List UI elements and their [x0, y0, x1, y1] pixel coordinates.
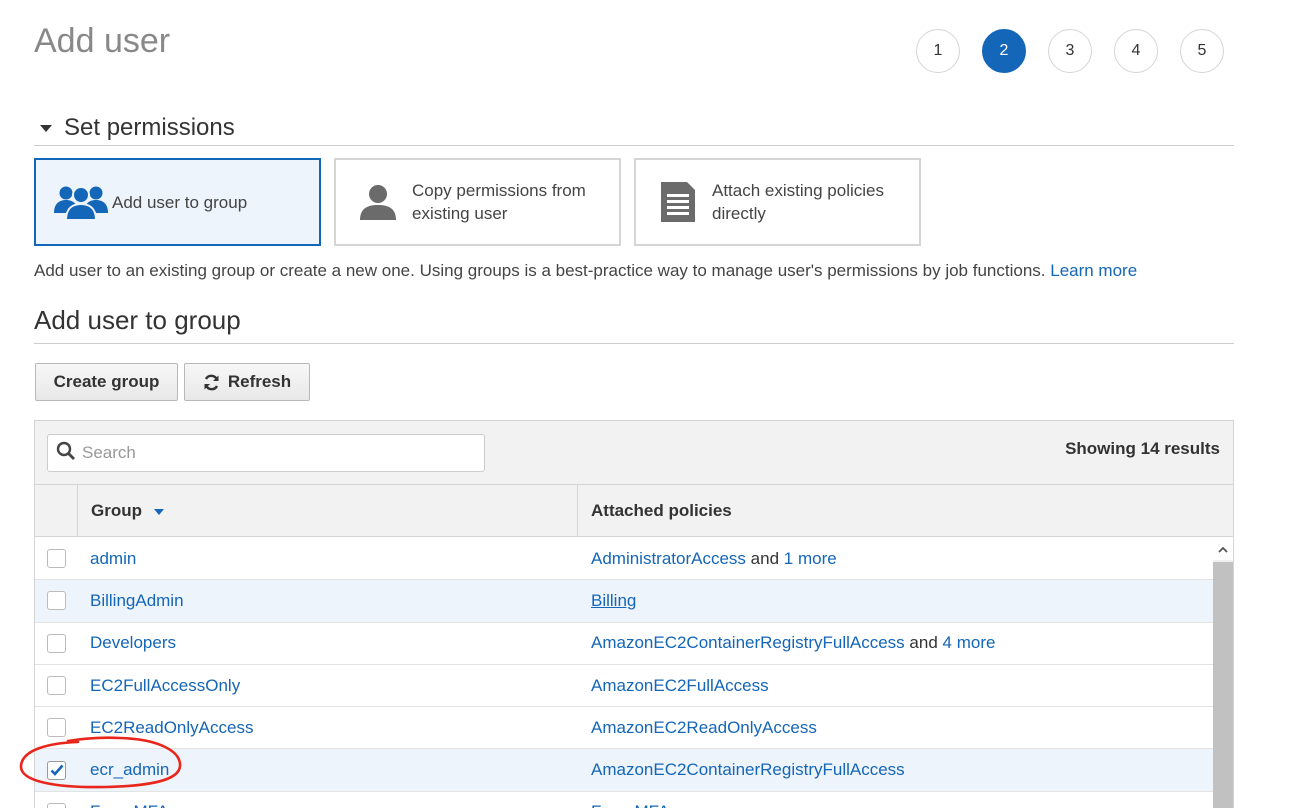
wizard-steps: 1 2 3 4 5 — [916, 29, 1224, 73]
step-2[interactable]: 2 — [982, 29, 1026, 73]
step-5[interactable]: 5 — [1180, 29, 1224, 73]
table-row[interactable]: BillingAdmin Billing — [35, 580, 1213, 623]
row-checkbox[interactable] — [47, 591, 66, 611]
policy-link[interactable]: AmazonEC2FullAccess — [591, 676, 769, 695]
column-header-group[interactable]: Group — [78, 485, 578, 536]
policy-link[interactable]: AmazonEC2ReadOnlyAccess — [591, 718, 817, 737]
set-permissions-header[interactable]: Set permissions — [34, 110, 1234, 146]
row-checkbox-cell — [35, 591, 78, 611]
group-name-link[interactable]: ForceMFA — [78, 802, 578, 808]
step-4[interactable]: 4 — [1114, 29, 1158, 73]
group-name-link[interactable]: EC2ReadOnlyAccess — [78, 718, 578, 738]
row-checkbox-cell — [35, 718, 78, 738]
table-header: Group Attached policies — [35, 485, 1233, 537]
row-checkbox[interactable] — [47, 760, 66, 780]
document-icon — [648, 180, 708, 224]
group-name-link[interactable]: admin — [78, 549, 578, 569]
option-attach-policies[interactable]: Attach existing policies directly — [634, 158, 921, 246]
refresh-button[interactable]: Refresh — [184, 363, 310, 401]
row-checkbox-cell — [35, 676, 78, 696]
create-group-button[interactable]: Create group — [35, 363, 178, 401]
row-checkbox-cell — [35, 549, 78, 569]
row-checkbox[interactable] — [47, 718, 66, 738]
attached-policies-cell: AmazonEC2ContainerRegistryFullAccess and… — [578, 633, 1213, 653]
policy-link[interactable]: AmazonEC2ContainerRegistryFullAccess — [591, 760, 905, 779]
row-checkbox-cell — [35, 633, 78, 653]
scroll-thumb[interactable] — [1213, 562, 1233, 808]
user-icon — [348, 182, 408, 222]
policy-link[interactable]: ForceMFA — [591, 802, 669, 808]
users-group-icon — [50, 183, 112, 221]
attached-policies-cell: AdministratorAccess and 1 more — [578, 549, 1213, 569]
results-count: Showing 14 results — [1065, 439, 1220, 458]
attached-policies-cell: ForceMFA — [578, 802, 1213, 808]
step-1[interactable]: 1 — [916, 29, 960, 73]
policy-link[interactable]: Billing — [591, 591, 636, 610]
attached-policies-cell: AmazonEC2ContainerRegistryFullAccess — [578, 760, 1213, 780]
search-input[interactable] — [82, 443, 462, 463]
caret-down-icon — [40, 125, 52, 132]
permissions-description: Add user to an existing group or create … — [34, 261, 1137, 281]
option-label: Attach existing policies directly — [712, 179, 884, 225]
option-label-line1: Attach existing policies — [712, 181, 884, 200]
table-row[interactable]: EC2ReadOnlyAccess AmazonEC2ReadOnlyAccess — [35, 707, 1213, 750]
attached-policies-cell: Billing — [578, 591, 1213, 611]
sort-desc-icon — [154, 508, 164, 515]
more-policies-link[interactable]: 4 more — [943, 633, 996, 652]
row-checkbox[interactable] — [47, 676, 66, 696]
option-add-user-to-group[interactable]: Add user to group — [34, 158, 321, 246]
table-row[interactable]: Developers AmazonEC2ContainerRegistryFull… — [35, 623, 1213, 665]
checkmark-icon — [50, 764, 63, 777]
row-checkbox[interactable] — [47, 633, 66, 653]
option-label: Copy permissions from existing user — [412, 179, 586, 225]
group-column-label: Group — [91, 500, 142, 520]
groups-table: Showing 14 results Group Attached polici… — [34, 420, 1234, 808]
row-checkbox[interactable] — [47, 802, 66, 808]
group-name-link[interactable]: EC2FullAccessOnly — [78, 676, 578, 696]
policy-and-text: and — [909, 633, 938, 653]
learn-more-link[interactable]: Learn more — [1050, 261, 1137, 280]
option-label-line1: Add user to group — [112, 192, 248, 212]
search-icon — [56, 441, 76, 466]
more-policies-link[interactable]: 1 more — [784, 549, 837, 568]
group-name-link[interactable]: BillingAdmin — [78, 591, 578, 611]
row-checkbox-cell — [35, 760, 78, 780]
group-name-link[interactable]: ecr_admin — [78, 760, 578, 780]
set-permissions-title: Set permissions — [64, 113, 235, 141]
page-title: Add user — [34, 22, 171, 60]
option-label-line2: existing user — [412, 204, 508, 223]
row-checkbox-cell — [35, 802, 78, 808]
header-checkbox-cell — [35, 485, 78, 536]
policy-link[interactable]: AmazonEC2ContainerRegistryFullAccess — [591, 633, 905, 652]
table-body: admin AdministratorAccess and 1 more Billi… — [35, 538, 1213, 808]
scrollbar[interactable] — [1213, 538, 1233, 808]
refresh-label: Refresh — [227, 372, 292, 391]
table-row[interactable]: admin AdministratorAccess and 1 more — [35, 538, 1213, 581]
table-row[interactable]: EC2FullAccessOnly AmazonEC2FullAccess — [35, 665, 1213, 708]
option-label-line2: directly — [712, 204, 766, 223]
table-row[interactable]: ecr_admin AmazonEC2ContainerRegistryFullA… — [35, 749, 1213, 792]
attached-policies-cell: AmazonEC2ReadOnlyAccess — [578, 718, 1213, 738]
policy-link[interactable]: AdministratorAccess — [591, 549, 746, 568]
search-box[interactable] — [47, 434, 485, 472]
option-label: Add user to group — [112, 191, 247, 214]
refresh-icon — [203, 374, 220, 391]
description-text: Add user to an existing group or create … — [34, 261, 1046, 280]
table-toolbar: Showing 14 results — [35, 421, 1233, 485]
group-name-link[interactable]: Developers — [78, 633, 578, 653]
step-3[interactable]: 3 — [1048, 29, 1092, 73]
table-row[interactable]: ForceMFA ForceMFA — [35, 792, 1213, 808]
scroll-up-icon[interactable] — [1213, 538, 1233, 560]
option-copy-permissions[interactable]: Copy permissions from existing user — [334, 158, 621, 246]
add-user-to-group-heading: Add user to group — [34, 305, 1234, 344]
column-header-policies: Attached policies — [591, 500, 732, 520]
policy-and-text: and — [750, 548, 780, 568]
attached-policies-cell: AmazonEC2FullAccess — [578, 676, 1213, 696]
row-checkbox[interactable] — [47, 549, 66, 569]
option-label-line1: Copy permissions from — [412, 181, 586, 200]
